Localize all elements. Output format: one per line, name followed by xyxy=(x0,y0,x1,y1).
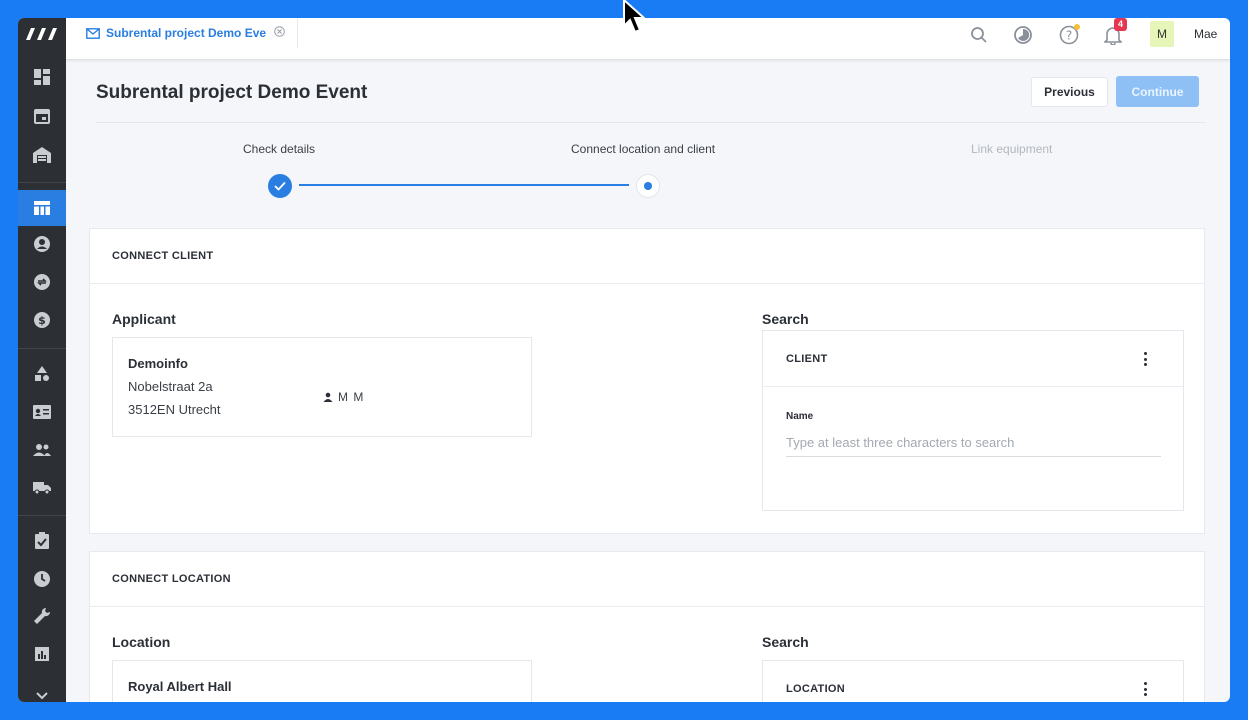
chevron-down-icon xyxy=(36,692,48,700)
mouse-cursor-icon xyxy=(623,0,647,34)
header-divider xyxy=(96,122,1206,123)
client-more-options-icon[interactable] xyxy=(1143,352,1147,366)
person-icon xyxy=(323,392,333,402)
applicant-card[interactable]: Demoinfo Nobelstraat 2a 3512EN Utrecht M… xyxy=(112,337,532,437)
wrench-icon xyxy=(34,607,51,624)
user-name[interactable]: Mae xyxy=(1194,27,1217,41)
sidebar-expand[interactable] xyxy=(18,678,66,702)
step-label-check-details: Check details xyxy=(243,142,316,156)
name-field-label: Name xyxy=(786,411,814,422)
client-search-header: CLIENT xyxy=(763,331,1183,387)
help-icon[interactable]: ? xyxy=(1058,24,1080,46)
sidebar-item-contacts[interactable] xyxy=(18,226,66,262)
connect-location-card: CONNECT LOCATION Location Royal Albert H… xyxy=(89,551,1205,702)
people-icon xyxy=(33,444,51,456)
continue-button[interactable]: Continue xyxy=(1116,76,1199,107)
applicant-contact: M M xyxy=(323,390,364,404)
applicant-name: Demoinfo xyxy=(128,356,188,371)
connect-client-card: CONNECT CLIENT Applicant Demoinfo Nobels… xyxy=(89,228,1205,534)
location-search-panel: LOCATION xyxy=(762,660,1184,702)
dashboard-icon xyxy=(34,69,50,85)
exchange-icon xyxy=(34,274,50,290)
sidebar-item-transport[interactable] xyxy=(18,469,66,505)
dollar-icon: $ xyxy=(34,312,50,328)
step-current-indicator xyxy=(637,175,659,197)
sidebar-item-people[interactable] xyxy=(18,432,66,468)
client-search-label: Search xyxy=(762,311,809,327)
sidebar-item-time[interactable] xyxy=(18,561,66,597)
shapes-icon xyxy=(35,366,49,381)
app-logo[interactable] xyxy=(18,18,66,50)
step-progress-line xyxy=(299,184,629,186)
location-more-options-icon[interactable] xyxy=(1143,682,1147,696)
tab-close-icon[interactable] xyxy=(274,24,285,42)
id-card-icon xyxy=(33,405,51,419)
timer-icon[interactable] xyxy=(1012,24,1034,46)
location-card[interactable]: Royal Albert Hall xyxy=(112,660,532,702)
projects-table-icon xyxy=(34,201,50,215)
sidebar-item-exchange[interactable] xyxy=(18,264,66,300)
previous-button[interactable]: Previous xyxy=(1031,77,1108,107)
avatar[interactable]: M xyxy=(1150,21,1174,47)
client-search-panel: CLIENT Name xyxy=(762,330,1184,511)
svg-text:?: ? xyxy=(1066,29,1072,43)
location-search-title: LOCATION xyxy=(786,682,846,695)
sidebar-item-warehouse[interactable] xyxy=(18,137,66,173)
sidebar-item-projects[interactable] xyxy=(18,190,66,226)
contact-icon xyxy=(34,236,50,252)
applicant-label: Applicant xyxy=(112,311,176,327)
client-name-search-input[interactable] xyxy=(786,429,1161,457)
notifications-bell-icon[interactable]: 4 xyxy=(1102,18,1128,46)
location-label: Location xyxy=(112,634,171,650)
clipboard-check-icon xyxy=(35,532,49,549)
help-indicator-dot xyxy=(1074,24,1080,30)
location-name: Royal Albert Hall xyxy=(128,679,232,694)
connect-location-heading: CONNECT LOCATION xyxy=(90,552,1204,607)
sidebar: $ xyxy=(18,18,66,702)
clock-icon xyxy=(34,571,50,587)
applicant-street: Nobelstraat 2a xyxy=(128,379,213,394)
client-search-title: CLIENT xyxy=(786,352,828,365)
calendar-icon xyxy=(34,109,50,124)
tab-label: Subrental project Demo Event xyxy=(106,26,266,40)
sidebar-item-inventory[interactable] xyxy=(18,356,66,392)
contact-initials: M M xyxy=(338,390,365,404)
truck-icon xyxy=(33,482,51,495)
connect-client-heading: CONNECT CLIENT xyxy=(90,229,1204,284)
step-label-link-equipment: Link equipment xyxy=(971,142,1053,156)
svg-text:$: $ xyxy=(38,314,46,327)
tab-subrental-project[interactable]: Subrental project Demo Event xyxy=(76,18,298,48)
page-title: Subrental project Demo Event xyxy=(96,82,368,103)
sidebar-item-calendar[interactable] xyxy=(18,98,66,134)
sidebar-item-tasks[interactable] xyxy=(18,523,66,559)
sidebar-item-reports[interactable] xyxy=(18,636,66,672)
sidebar-item-maintenance[interactable] xyxy=(18,598,66,634)
app-window: $ Subrental project Demo Event ? 4 M Mae… xyxy=(18,18,1230,702)
location-search-header: LOCATION xyxy=(763,661,1183,702)
search-icon[interactable] xyxy=(968,24,990,46)
notification-count-badge: 4 xyxy=(1114,18,1128,31)
location-search-label: Search xyxy=(762,634,809,650)
sidebar-item-finance[interactable]: $ xyxy=(18,302,66,338)
bar-chart-icon xyxy=(35,647,49,661)
step-label-connect-location: Connect location and client xyxy=(571,142,716,156)
envelope-icon xyxy=(86,27,100,39)
sidebar-item-dashboard[interactable] xyxy=(18,59,66,95)
applicant-city: 3512EN Utrecht xyxy=(128,402,221,417)
sidebar-item-crew[interactable] xyxy=(18,394,66,430)
step-done-check-icon[interactable] xyxy=(268,174,292,198)
warehouse-icon xyxy=(33,147,51,163)
